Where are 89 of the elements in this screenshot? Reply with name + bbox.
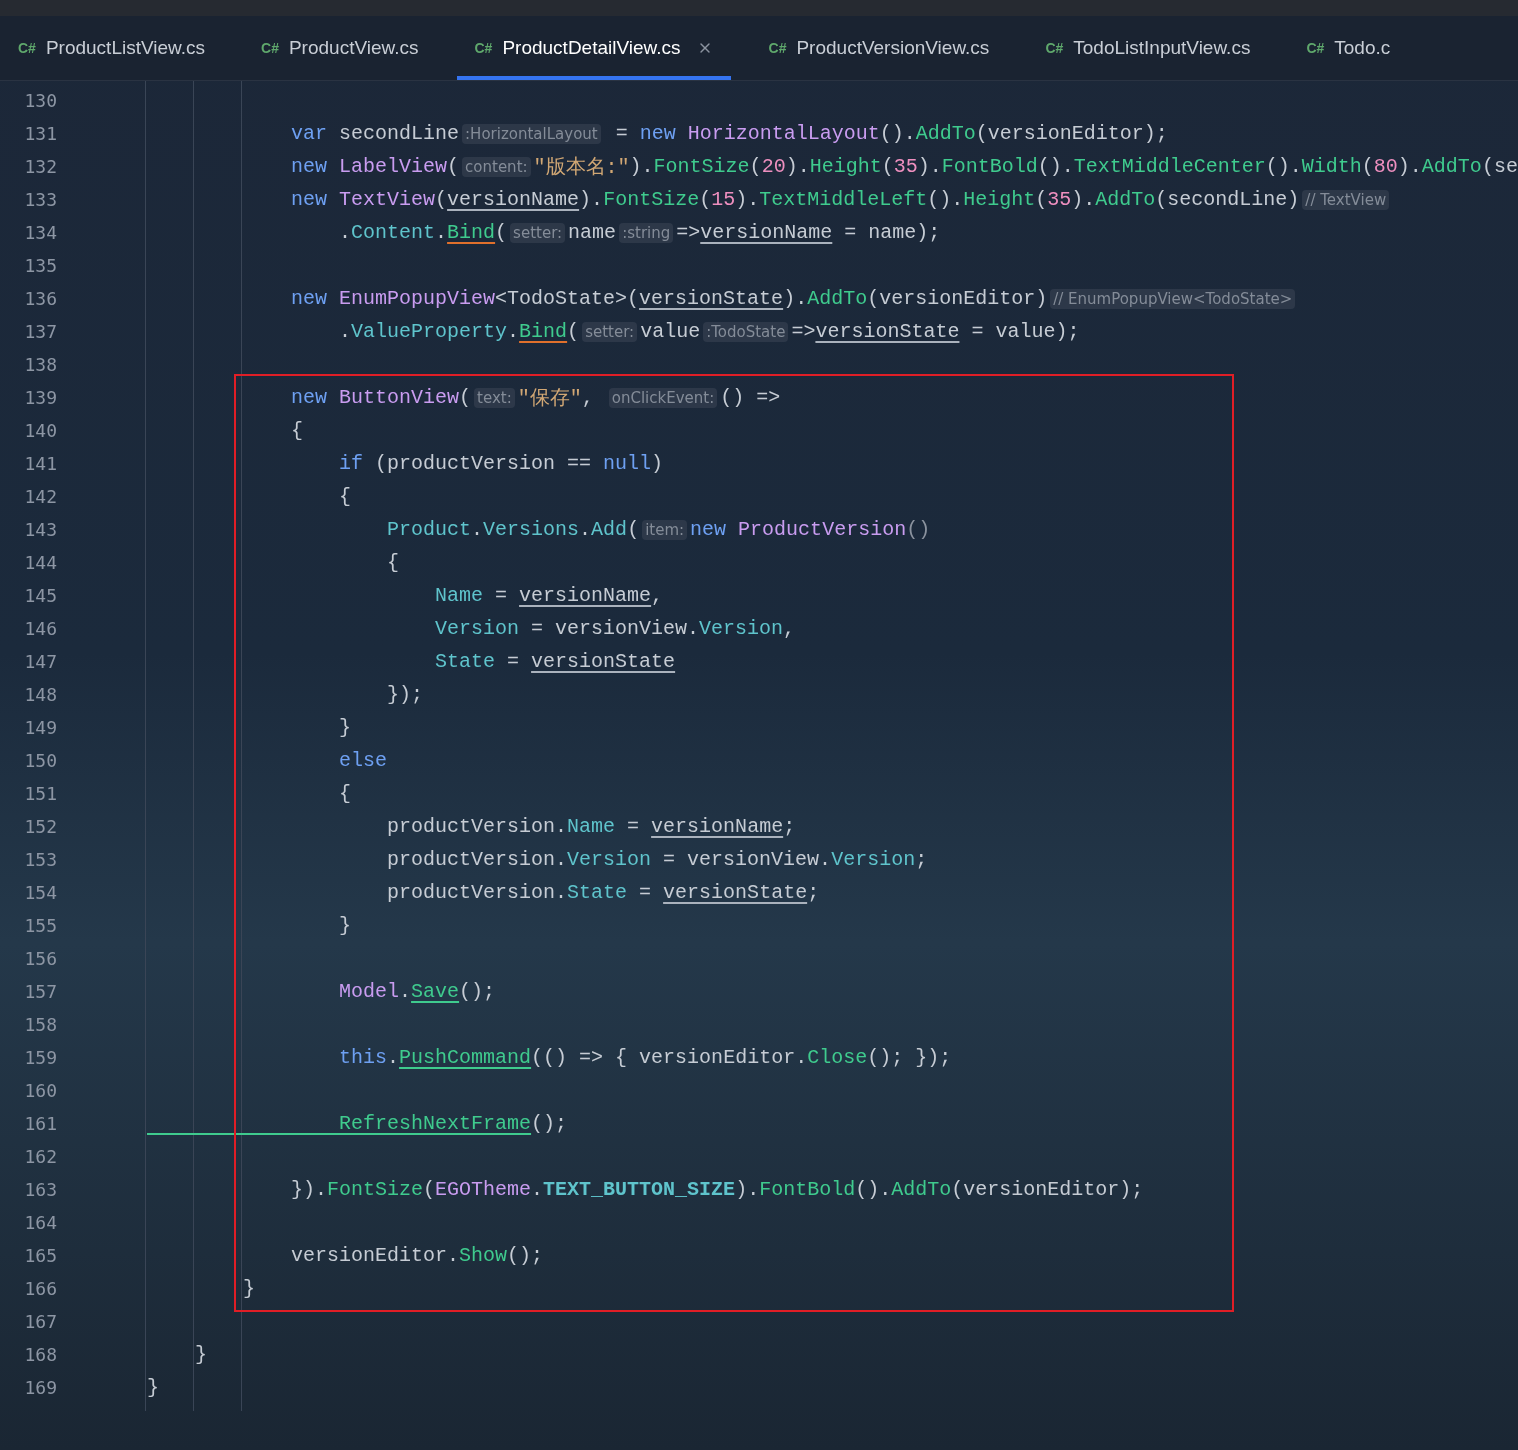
file-tab[interactable]: C# ProductVersionView.cs: [750, 16, 1008, 80]
file-tab[interactable]: C# ProductListView.cs: [0, 16, 224, 80]
code-line: .ValueProperty.Bind( setter: value :TodoState =>versionState = value);: [338, 320, 1080, 343]
code-line: Product.Versions.Add( item: new ProductVersion(): [386, 518, 931, 541]
line-number: 162: [23, 1146, 57, 1167]
code-line: versionEditor.Show();: [290, 1244, 544, 1267]
file-type-label: C#: [18, 40, 36, 56]
file-type-label: C#: [1045, 40, 1064, 56]
line-number: 141: [23, 453, 57, 474]
line-number: 145: [23, 585, 57, 606]
code-line: {: [338, 485, 352, 508]
code-line: else: [338, 749, 388, 772]
line-number: 168: [23, 1344, 57, 1365]
line-number: 160: [23, 1080, 57, 1101]
line-number: 134: [23, 222, 57, 243]
file-type-label: C#: [1306, 40, 1325, 56]
line-number: 151: [23, 783, 57, 804]
line-number: 154: [23, 882, 57, 903]
line-number: 169: [23, 1377, 57, 1398]
line-number: 166: [23, 1278, 57, 1299]
line-number: 161: [23, 1113, 57, 1134]
code-line: {: [290, 419, 304, 442]
code-line: productVersion.Name = versionName;: [386, 815, 796, 838]
line-number: 163: [23, 1179, 57, 1200]
code-line: productVersion.State = versionState;: [386, 881, 820, 904]
line-number: 156: [23, 948, 57, 969]
code-line: new ButtonView( text: "保存", onClickEvent: () =>: [290, 385, 781, 411]
line-number: 146: [23, 618, 57, 639]
tab-label: ProductVersionView.cs: [796, 37, 990, 59]
code-line: State = versionState: [434, 650, 676, 673]
line-number: 136: [23, 288, 57, 309]
code-line: });: [386, 683, 424, 706]
file-type-label: C#: [768, 40, 787, 56]
line-number: 132: [23, 156, 57, 177]
line-number: 135: [23, 255, 57, 276]
line-number: 157: [23, 981, 57, 1002]
code-line: }).FontSize(EGOTheme.TEXT_BUTTON_SIZE).FontBold().AddTo(versionEditor);: [290, 1178, 1144, 1201]
line-number: 140: [23, 420, 57, 441]
file-type-label: C#: [261, 40, 279, 56]
line-number: 130: [23, 90, 57, 111]
line-number: 150: [23, 750, 57, 771]
code-line: }: [338, 914, 352, 937]
code-line: Name = versionName,: [434, 584, 664, 607]
tab-label: ProductListView.cs: [45, 37, 206, 59]
file-tab[interactable]: C# ProductDetailView.cs: [456, 16, 731, 80]
line-number: 164: [23, 1212, 57, 1233]
tab-label: ProductView.cs: [288, 37, 419, 59]
line-number: 139: [23, 387, 57, 408]
line-number: 143: [23, 519, 57, 540]
code-line: new EnumPopupView<TodoState>(versionState).AddTo(versionEditor) // EnumPopupView<TodoState>: [147, 287, 1299, 310]
code-line: productVersion.Version = versionView.Version;: [386, 848, 928, 871]
code-line: {: [338, 782, 352, 805]
line-number: 153: [23, 849, 57, 870]
file-type-label: C#: [474, 40, 493, 56]
line-number: 142: [23, 486, 57, 507]
tab-label: TodoListInputView.cs: [1073, 37, 1251, 59]
line-number: 152: [23, 816, 57, 837]
code-line: Model.Save();: [338, 980, 496, 1003]
line-number: 149: [23, 717, 57, 738]
line-number: 147: [23, 651, 57, 672]
tab-label: Todo.c: [1334, 37, 1391, 59]
code-line: Version = versionView.Version,: [434, 617, 796, 640]
code-line: this.PushCommand(() => { versionEditor.Close(); });: [338, 1046, 952, 1069]
line-number: 155: [23, 915, 57, 936]
code-line: new LabelView( content: "版本名:").FontSize(20).Height(35).FontBold().TextMiddleCenter().Width(80).AddTo(se: [290, 154, 1518, 180]
code-line: {: [386, 551, 400, 574]
line-number: 137: [23, 321, 57, 342]
line-number: 138: [23, 354, 57, 375]
code-line: if (productVersion == null): [338, 452, 664, 475]
line-number: 158: [23, 1014, 57, 1035]
code-line: .Content.Bind( setter: name :string =>versionName = name);: [338, 221, 941, 244]
line-number: 159: [23, 1047, 57, 1068]
code-line: new TextView(versionName).FontSize(15).TextMiddleLeft().Height(35).AddTo(secondLine) // TextView: [147, 188, 1393, 211]
file-tab[interactable]: C# Todo.c: [1288, 16, 1409, 80]
tab-label: ProductDetailView.cs: [502, 37, 681, 59]
file-tab[interactable]: C# ProductView.cs: [243, 16, 437, 80]
line-number: 133: [23, 189, 57, 210]
line-number: 148: [23, 684, 57, 705]
code-line: }: [338, 716, 352, 739]
code-line: }: [242, 1277, 256, 1300]
code-line: }: [147, 1376, 159, 1399]
line-number: 167: [23, 1311, 57, 1332]
code-line: }: [194, 1343, 207, 1366]
line-number: 165: [23, 1245, 57, 1266]
file-tab[interactable]: C# TodoListInputView.cs: [1027, 16, 1269, 80]
line-number: 144: [23, 552, 57, 573]
code-line: RefreshNextFrame();: [338, 1112, 568, 1135]
code-line: var secondLine :HorizontalLayout = new HorizontalLayout().AddTo(versionEditor);: [290, 122, 1168, 145]
line-number: 131: [23, 123, 57, 144]
